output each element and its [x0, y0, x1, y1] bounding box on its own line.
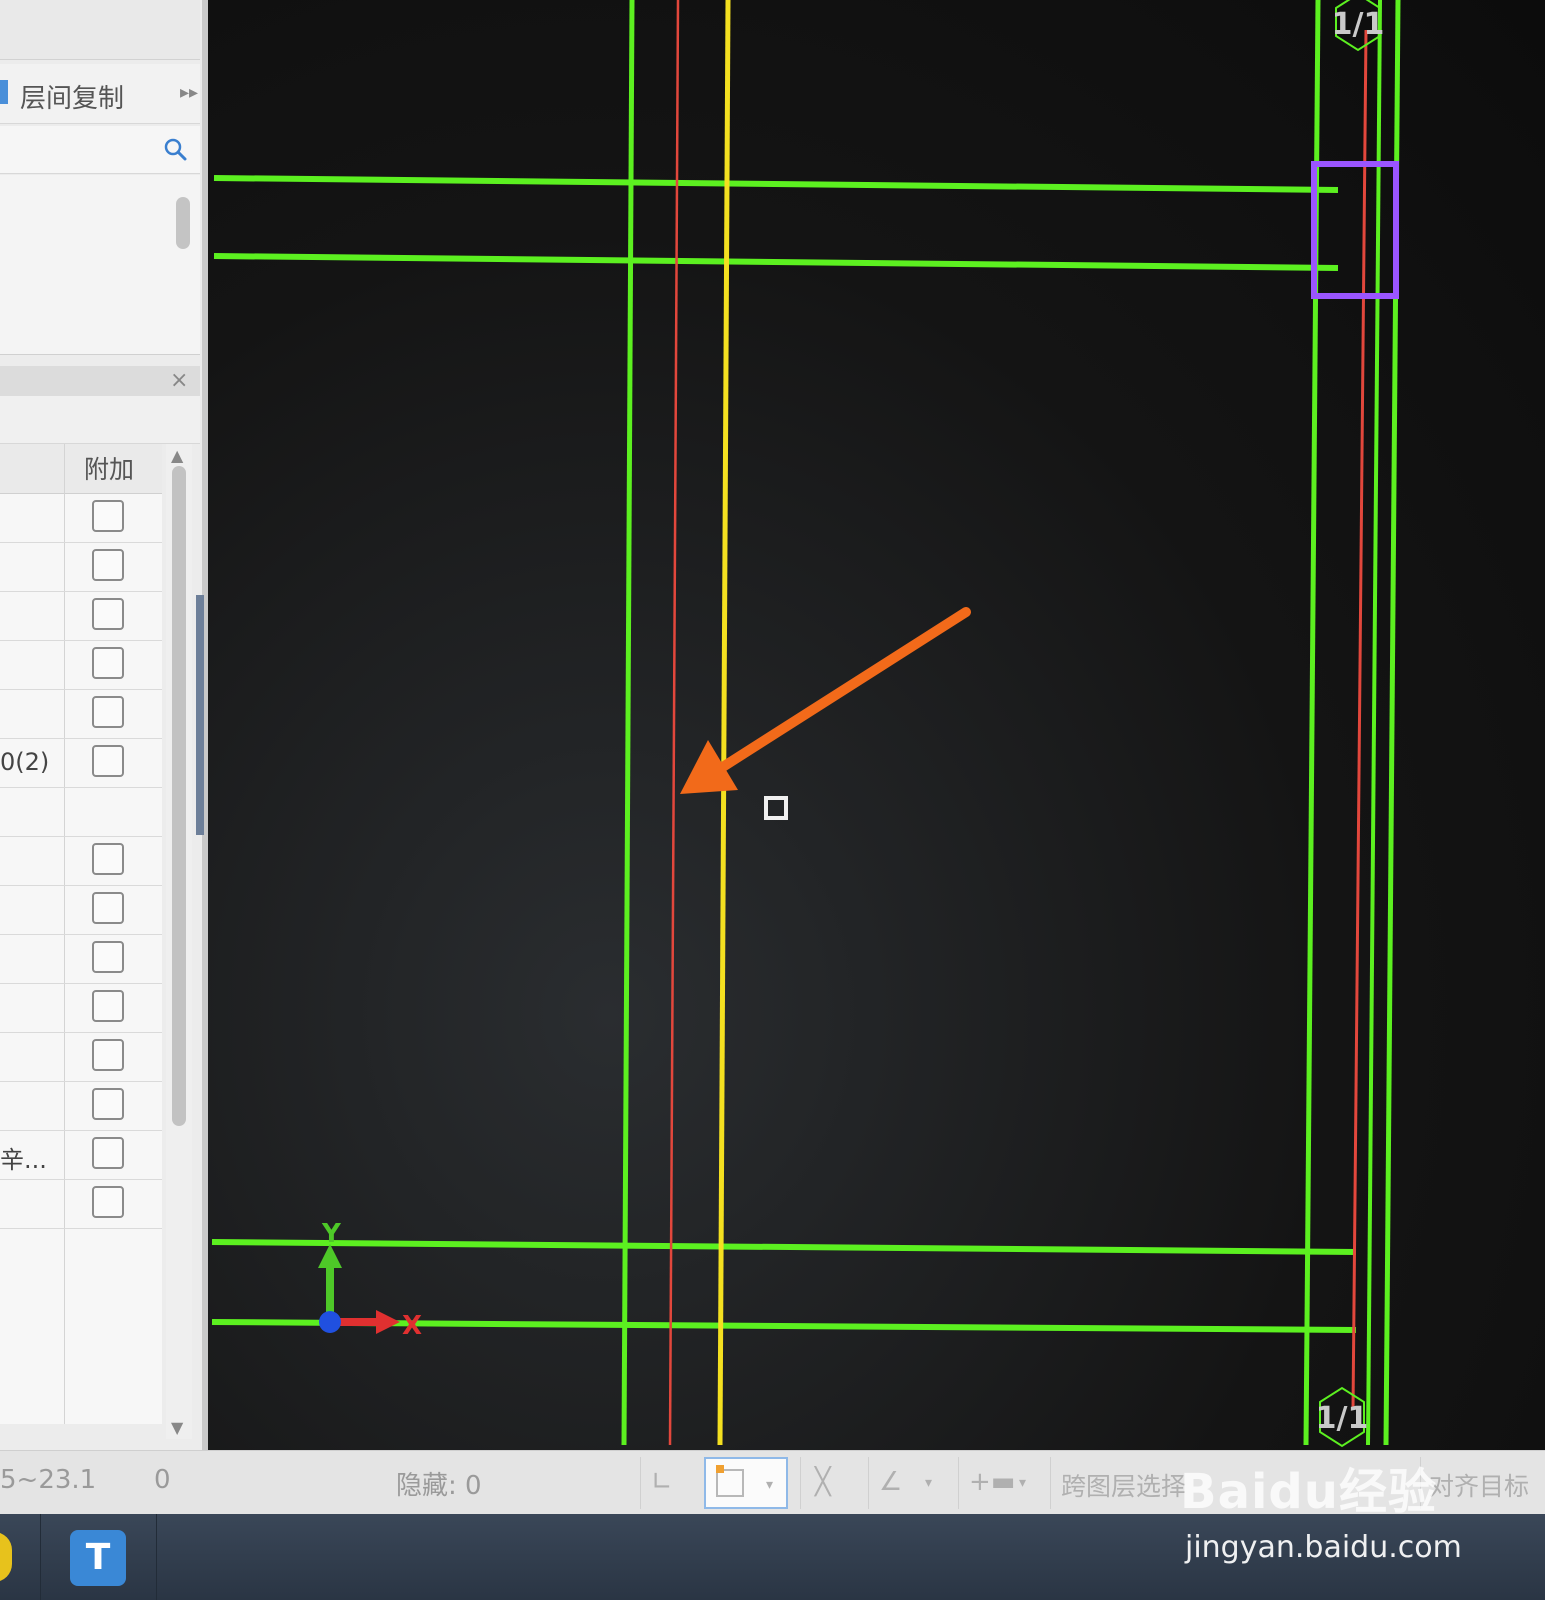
attribute-table: 附加 0(2) 辛...: [0, 444, 162, 1424]
extra-checkbox[interactable]: [92, 500, 124, 532]
align-target-button[interactable]: 对齐目标: [1420, 1457, 1545, 1509]
extra-checkbox[interactable]: [92, 1088, 124, 1120]
drawing-canvas[interactable]: 1/1 1/1 Y X: [208, 0, 1545, 1450]
table-row[interactable]: [0, 886, 162, 935]
upper-list: [0, 175, 200, 355]
chevron-down-icon: ▾: [766, 1477, 774, 1493]
chevron-down-icon: ▾: [925, 1475, 933, 1491]
align-target-label: 对齐目标: [1429, 1472, 1530, 1501]
ucs-x-arrowhead: [376, 1310, 400, 1334]
sub-panel-blank: [0, 396, 200, 444]
canvas-drawing: 1/1 1/1 Y X: [211, 0, 1401, 1448]
table-row[interactable]: [0, 641, 162, 690]
table-row[interactable]: [0, 1033, 162, 1082]
column-box: [1311, 161, 1399, 299]
panel-top-strip: [0, 0, 200, 60]
ortho-button[interactable]: ∟: [640, 1457, 690, 1509]
row-label: 辛...: [0, 1146, 47, 1174]
extra-checkbox[interactable]: [92, 843, 124, 875]
select-box-corner: [716, 1465, 724, 1473]
table-row[interactable]: [0, 1082, 162, 1131]
ucs-x-label: X: [402, 1311, 422, 1341]
extra-checkbox[interactable]: [92, 549, 124, 581]
table-row[interactable]: [0, 788, 162, 837]
upper-scrollbar-thumb[interactable]: [176, 197, 190, 249]
ortho-icon: ∟: [651, 1467, 673, 1497]
table-header: 附加: [0, 444, 162, 494]
taskbar-app-t-icon[interactable]: T: [70, 1530, 126, 1586]
wall-line-top-1: [213, 175, 1339, 193]
screenshot-root: 层间复制 ▸▸ × 附加 0(2) 辛... ▲ ▼ 1/1 1/1 Y X 5…: [0, 0, 1545, 1600]
chevron-down-icon: ▾: [1019, 1475, 1027, 1491]
axis-bubble-bottom-label: 1/1: [1316, 1401, 1369, 1436]
select-mode-button[interactable]: ▾: [704, 1457, 788, 1509]
axis-bubble-top-label: 1/1: [1332, 7, 1385, 42]
extra-checkbox[interactable]: [92, 696, 124, 728]
snap-icon: +▬: [969, 1467, 1016, 1497]
search-icon[interactable]: [162, 136, 188, 162]
watermark-url: jingyan.baidu.com: [1185, 1530, 1462, 1565]
wall-line-top-2: [213, 253, 1339, 271]
cross-select-button[interactable]: ╳: [800, 1457, 856, 1509]
taskbar-separator: [156, 1514, 157, 1600]
extra-checkbox[interactable]: [92, 1039, 124, 1071]
snap-button[interactable]: +▬ ▾: [958, 1457, 1036, 1509]
table-row[interactable]: 0(2): [0, 739, 162, 788]
floor-copy-icon: [0, 80, 8, 104]
close-icon[interactable]: ×: [170, 366, 188, 396]
taskbar-app-yellow-icon[interactable]: [0, 1532, 12, 1582]
column-header-extra: 附加: [84, 455, 135, 484]
extra-checkbox[interactable]: [92, 941, 124, 973]
extra-checkbox[interactable]: [92, 598, 124, 630]
hidden-count: 隐藏: 0: [396, 1471, 482, 1501]
table-row[interactable]: [0, 494, 162, 543]
wall-line-vertical-left-outer: [621, 0, 635, 1446]
table-row[interactable]: [0, 837, 162, 886]
extra-checkbox[interactable]: [92, 990, 124, 1022]
table-row[interactable]: [0, 592, 162, 641]
ucs-origin: [319, 1311, 341, 1333]
extra-checkbox[interactable]: [92, 1137, 124, 1169]
row-label: 0(2): [0, 748, 50, 776]
extra-checkbox[interactable]: [92, 1186, 124, 1218]
taskbar-separator: [40, 1514, 41, 1600]
table-row[interactable]: 辛...: [0, 1131, 162, 1180]
table-scrollbar[interactable]: ▲ ▼: [166, 444, 192, 1439]
axis-line-left: [668, 0, 680, 1446]
select-box-icon: [716, 1469, 744, 1497]
table-row[interactable]: [0, 690, 162, 739]
wall-line-bottom-1: [211, 1239, 1357, 1255]
axis-line-right: [1351, 29, 1368, 1411]
ucs-y-label: Y: [321, 1219, 342, 1249]
table-row[interactable]: [0, 984, 162, 1033]
left-panel: 层间复制 ▸▸ × 附加 0(2) 辛... ▲ ▼: [0, 0, 208, 1450]
table-row[interactable]: [0, 935, 162, 984]
extra-checkbox[interactable]: [92, 647, 124, 679]
wall-line-vertical-right-b: [1366, 0, 1382, 1446]
scroll-up-icon[interactable]: ▲: [171, 446, 183, 465]
elevation-range: 5~23.1: [0, 1465, 97, 1495]
sub-panel-header: ×: [0, 366, 200, 396]
annotation-arrow-shaft: [713, 607, 971, 775]
extra-checkbox[interactable]: [92, 892, 124, 924]
floor-copy-label: 层间复制: [20, 84, 125, 114]
scroll-down-icon[interactable]: ▼: [171, 1418, 183, 1437]
panel-splitter[interactable]: [196, 595, 204, 835]
floor-copy-row[interactable]: 层间复制 ▸▸: [0, 64, 200, 124]
search-bar[interactable]: [0, 126, 200, 174]
angle-button[interactable]: ∠ ▾: [868, 1457, 946, 1509]
cross-icon: ╳: [815, 1467, 831, 1497]
expand-arrow-icon[interactable]: ▸▸: [180, 82, 198, 103]
watermark-logo: Baidu经验: [1180, 1464, 1437, 1520]
edge-line-yellow: [717, 0, 731, 1446]
status-zero: 0: [154, 1465, 171, 1495]
table-row[interactable]: [0, 543, 162, 592]
extra-checkbox[interactable]: [92, 745, 124, 777]
cross-layer-select-label: 跨图层选择: [1061, 1472, 1187, 1501]
table-row[interactable]: [0, 1180, 162, 1229]
scrollbar-thumb[interactable]: [172, 466, 186, 1126]
pickbox-cursor: [764, 796, 788, 820]
angle-icon: ∠: [879, 1467, 903, 1497]
